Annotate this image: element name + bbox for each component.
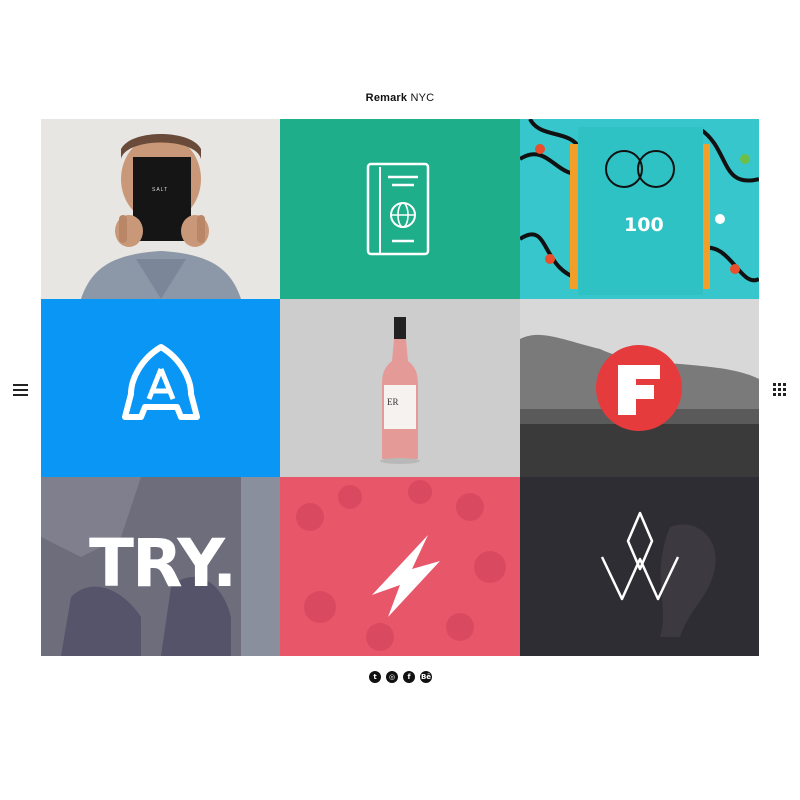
a-letter-logo xyxy=(41,299,280,477)
project-tile-f-logo[interactable] xyxy=(520,299,759,477)
bolt-logo xyxy=(280,477,520,656)
project-tile-100-things[interactable]: 100 xyxy=(520,119,759,299)
salt-book-photo xyxy=(41,119,280,299)
project-tile-bolt[interactable] xyxy=(280,477,520,656)
project-tile-try[interactable]: TRY. xyxy=(41,477,280,656)
book-title: SALT xyxy=(152,187,169,193)
brand-location: NYC xyxy=(407,92,435,104)
project-tile-passport[interactable] xyxy=(280,119,520,299)
try-headline: TRY. xyxy=(89,525,237,602)
brand-name: Remark xyxy=(365,92,408,104)
f-letter-logo xyxy=(520,299,759,477)
wine-label: ER xyxy=(387,397,399,407)
project-tile-a-logo[interactable] xyxy=(41,299,280,477)
book-cover-art xyxy=(520,119,759,299)
dribbble-icon[interactable]: ◎ xyxy=(386,671,398,683)
portfolio-grid: SALT 100 ER TRY. xyxy=(41,119,759,656)
site-title[interactable]: Remark NYC xyxy=(0,92,800,104)
project-tile-wine[interactable]: ER xyxy=(280,299,520,477)
wine-bottle-photo xyxy=(280,299,520,477)
w-diamond-logo xyxy=(520,477,759,656)
grid-dots-icon[interactable] xyxy=(773,383,786,396)
project-tile-salt[interactable]: SALT xyxy=(41,119,280,299)
passport-icon xyxy=(280,119,520,299)
behance-icon[interactable]: Bē xyxy=(420,671,432,683)
hamburger-icon[interactable] xyxy=(13,384,28,396)
facebook-icon[interactable]: f xyxy=(403,671,415,683)
twitter-icon[interactable]: t xyxy=(369,671,381,683)
social-links: t ◎ f Bē xyxy=(369,671,432,683)
project-tile-wolf[interactable] xyxy=(520,477,759,656)
book-number: 100 xyxy=(624,214,664,236)
